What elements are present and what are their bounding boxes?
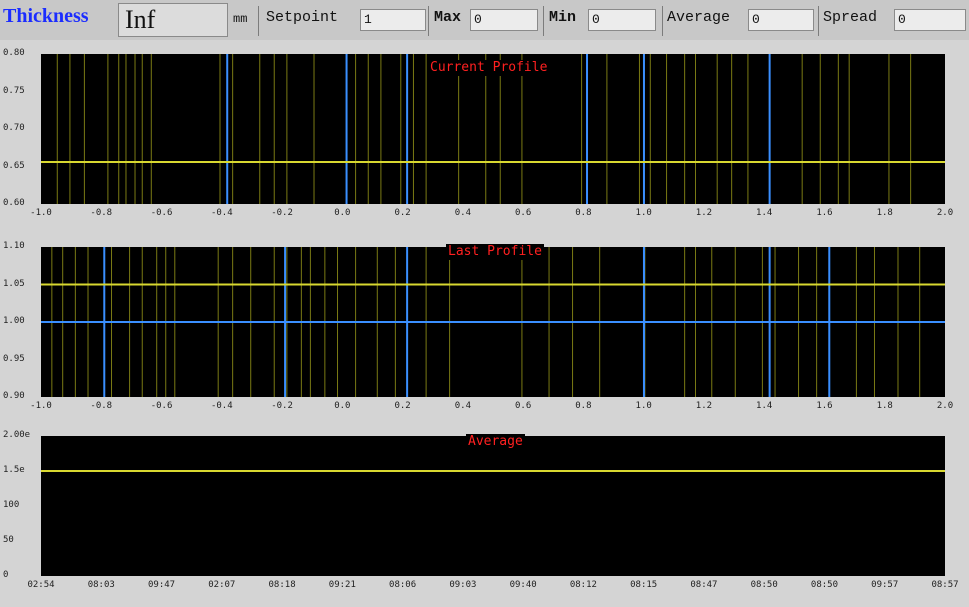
plot-area — [41, 54, 945, 204]
chart-title: Last Profile — [446, 244, 544, 260]
x-tick-label: 1.8 — [876, 208, 893, 218]
x-tick-label: -0.6 — [150, 208, 173, 218]
x-tick-label: -0.8 — [90, 208, 113, 218]
spread-label: Spread — [823, 9, 878, 26]
x-tick-label: 09:03 — [449, 580, 477, 590]
separator — [543, 6, 544, 36]
y-tick-label: 50 — [3, 535, 14, 545]
x-tick-label: 0.0 — [334, 401, 351, 411]
x-tick-label: 1.0 — [635, 401, 652, 411]
max-value-field: 0 — [470, 9, 538, 31]
x-tick-label: 0.2 — [394, 401, 411, 411]
x-tick-label: 2.0 — [936, 401, 954, 411]
x-tick-label: 1.6 — [816, 401, 833, 411]
min-label: Min — [549, 9, 577, 26]
current-profile-chart: Current Profile -1.0 -0.8 -0.6 -0.4 -0.2 0.0 0… — [0, 48, 969, 238]
x-tick-label: 09:40 — [509, 580, 537, 590]
separator — [662, 6, 663, 36]
chart-svg — [41, 54, 945, 204]
separator — [818, 6, 819, 36]
x-tick-label: 08:15 — [630, 580, 658, 590]
chart-svg — [41, 247, 945, 397]
max-label: Max — [434, 9, 462, 26]
x-tick-label: -1.0 — [30, 208, 52, 218]
last-profile-chart: Last Profile -1.0 -0.8 -0.6 -0.4 -0.2 0.0 0.2 0… — [0, 240, 969, 430]
x-tick-label: 08:03 — [87, 580, 115, 590]
average-value-field: 0 — [748, 9, 814, 31]
separator — [428, 6, 429, 36]
thickness-value-display: Inf — [118, 3, 228, 37]
top-status-bar: Thickness Inf mm Setpoint 1 Max 0 Min 0 … — [0, 0, 969, 40]
x-tick-label: 0.8 — [575, 401, 592, 411]
y-tick-label: 1.10 — [3, 241, 25, 251]
x-tick-label: 08:06 — [389, 580, 417, 590]
x-tick-label: 1.0 — [635, 208, 652, 218]
spread-value-field: 0 — [894, 9, 966, 31]
average-label: Average — [667, 9, 731, 26]
x-tick-label: 1.2 — [695, 401, 713, 411]
x-tick-label: 1.2 — [695, 208, 713, 218]
x-tick-label: 1.4 — [756, 401, 773, 411]
average-chart: Average 02:54 08:03 09:47 02:07 08:18 09:21 08… — [0, 430, 969, 607]
x-tick-label: 0.6 — [514, 401, 532, 411]
x-tick-label: 1.6 — [816, 208, 833, 218]
x-tick-label: -0.6 — [150, 401, 173, 411]
x-tick-label: -0.2 — [271, 208, 293, 218]
x-tick-label: -0.4 — [210, 208, 233, 218]
x-tick-label: 08:57 — [931, 580, 959, 590]
x-tick-label: -0.8 — [90, 401, 113, 411]
x-tick-label: 09:21 — [328, 580, 356, 590]
thickness-label: Thickness — [3, 5, 89, 27]
y-tick-label: 0.60 — [3, 198, 25, 208]
x-tick-label: 0.4 — [454, 401, 471, 411]
y-tick-label: 0 — [3, 570, 9, 580]
x-tick-label: 0.6 — [514, 208, 532, 218]
x-tick-label: 0.2 — [394, 208, 411, 218]
y-tick-label: 2.00e — [3, 430, 31, 440]
x-tick-label: 08:50 — [810, 580, 838, 590]
min-value-field: 0 — [588, 9, 656, 31]
x-tick-label: 2.0 — [936, 208, 954, 218]
x-tick-label: -1.0 — [30, 401, 52, 411]
y-tick-label: 100 — [3, 500, 20, 510]
x-tick-label: 08:12 — [569, 580, 597, 590]
y-tick-label: 0.95 — [3, 353, 25, 364]
y-tick-label: 1.00 — [3, 316, 25, 326]
x-tick-label: -0.2 — [271, 401, 293, 411]
x-tick-label: 09:57 — [871, 580, 899, 590]
setpoint-label: Setpoint — [266, 9, 339, 26]
x-tick-label: 1.8 — [876, 401, 893, 411]
chart-title: Current Profile — [428, 60, 550, 76]
x-tick-label: 0.0 — [334, 208, 351, 218]
y-tick-label: 0.90 — [3, 391, 25, 401]
x-tick-label: -0.4 — [210, 401, 233, 411]
x-tick-label: 08:50 — [750, 580, 778, 590]
chart-svg — [41, 470, 945, 472]
y-tick-label: 0.80 — [3, 48, 25, 58]
x-tick-label: 08:18 — [268, 580, 296, 590]
x-tick-label: 0.4 — [454, 208, 471, 218]
y-tick-label: 1.5e — [3, 465, 25, 475]
plot-area — [41, 247, 945, 397]
plot-area — [41, 436, 945, 576]
y-tick-label: 0.75 — [3, 85, 25, 96]
y-tick-label: 0.70 — [3, 123, 25, 133]
y-tick-label: 1.05 — [3, 278, 25, 289]
setpoint-field[interactable]: 1 — [360, 9, 426, 31]
x-tick-label: 02:54 — [27, 580, 55, 590]
thickness-unit-label: mm — [233, 12, 248, 26]
x-tick-label: 08:47 — [690, 580, 718, 590]
x-tick-label: 09:47 — [147, 580, 176, 590]
y-tick-label: 0.65 — [3, 160, 25, 171]
x-tick-label: 02:07 — [208, 580, 236, 590]
chart-title: Average — [466, 434, 525, 450]
separator — [258, 6, 259, 36]
x-tick-label: 1.4 — [756, 208, 773, 218]
x-tick-label: 0.8 — [575, 208, 592, 218]
